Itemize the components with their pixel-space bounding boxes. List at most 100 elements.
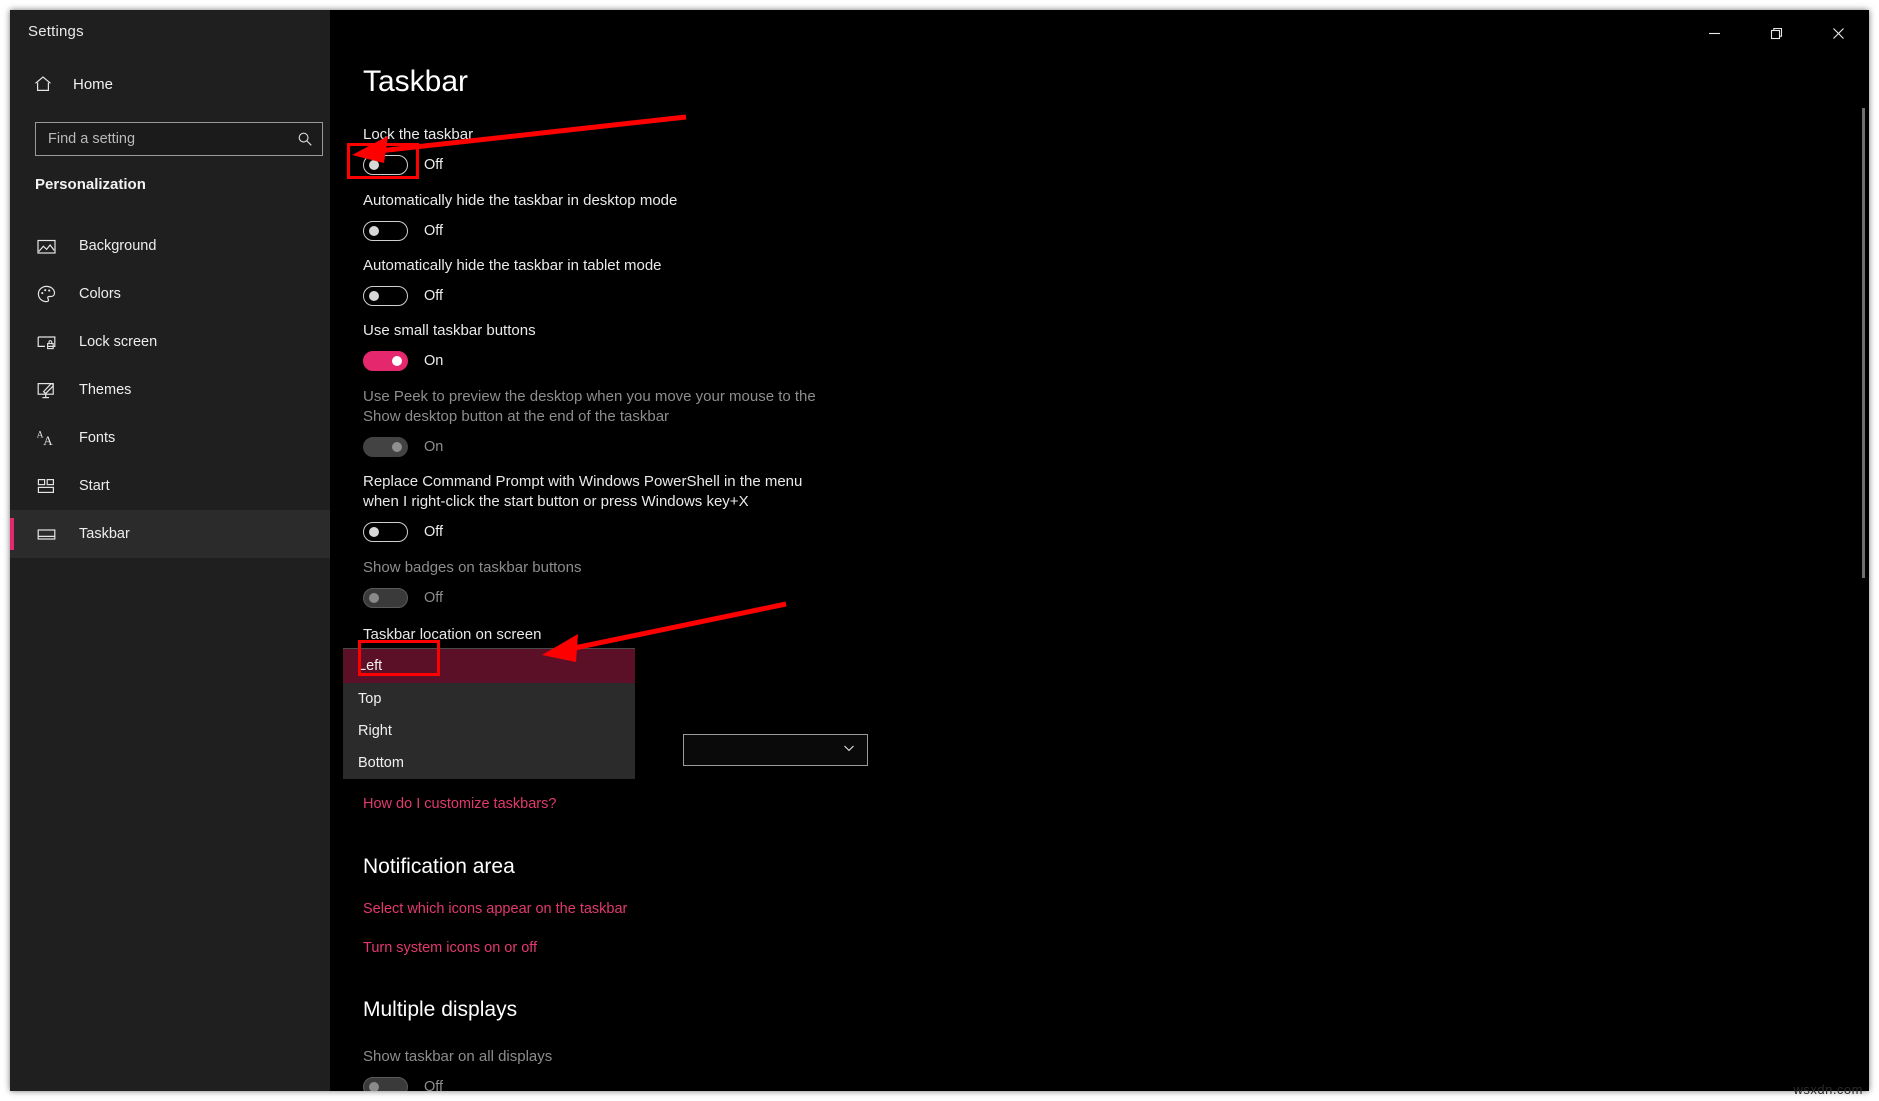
toggle-row: On bbox=[363, 437, 816, 457]
setting-label: Replace Command Prompt with Windows Powe… bbox=[363, 473, 803, 510]
setting-show-taskbar-all-displays: Show taskbar on all displays Off bbox=[363, 1047, 552, 1091]
restore-icon bbox=[1770, 27, 1782, 39]
toggle-state-label: On bbox=[424, 353, 444, 369]
maximize-button[interactable] bbox=[1745, 10, 1807, 56]
customize-taskbars-link[interactable]: How do I customize taskbars? bbox=[363, 796, 556, 812]
title-bar: Settings bbox=[10, 10, 1869, 56]
sidebar-item-themes[interactable]: Themes bbox=[10, 366, 330, 414]
home-label: Home bbox=[73, 75, 114, 93]
toggle-row: Off bbox=[363, 286, 662, 306]
setting-auto-hide-desktop: Automatically hide the taskbar in deskto… bbox=[363, 191, 677, 241]
sidebar-item-colors[interactable]: Colors bbox=[10, 270, 330, 318]
sidebar-item-taskbar[interactable]: Taskbar bbox=[10, 510, 330, 558]
setting-replace-command-prompt: Replace Command Prompt with Windows Powe… bbox=[363, 472, 802, 542]
sidebar-item-fonts[interactable]: A A Fonts bbox=[10, 414, 330, 462]
close-button[interactable] bbox=[1807, 10, 1869, 56]
fonts-icon: A A bbox=[35, 427, 57, 449]
sidebar-item-label: Start bbox=[79, 478, 110, 494]
search-icon bbox=[288, 131, 322, 147]
dropdown-option-left[interactable]: Left bbox=[343, 649, 635, 683]
palette-icon bbox=[35, 283, 57, 305]
sidebar-item-label: Lock screen bbox=[79, 334, 158, 350]
sidebar-item-label: Themes bbox=[79, 382, 132, 398]
toggle-state-label: Off bbox=[424, 223, 444, 239]
dropdown-option-label: Left bbox=[358, 658, 383, 674]
toggle-state-label: Off bbox=[424, 590, 444, 606]
minimize-icon bbox=[1708, 32, 1720, 34]
content-scrollbar[interactable] bbox=[1855, 56, 1869, 1091]
setting-auto-hide-tablet: Automatically hide the taskbar in tablet… bbox=[363, 256, 662, 306]
toggle-state-label: Off bbox=[424, 288, 444, 304]
toggle-row: Off bbox=[363, 588, 581, 608]
taskbar-location-label: Taskbar location on screen bbox=[363, 626, 542, 643]
notification-link-1-wrap: Select which icons appear on the taskbar bbox=[363, 900, 627, 918]
auto-hide-tablet-toggle[interactable] bbox=[363, 286, 408, 306]
window-title: Settings bbox=[28, 23, 84, 40]
small-taskbar-buttons-toggle[interactable] bbox=[363, 351, 408, 371]
setting-label: Show taskbar on all displays bbox=[363, 1048, 553, 1065]
setting-label: Automatically hide the taskbar in tablet… bbox=[363, 257, 662, 274]
sidebar-item-home[interactable]: Home bbox=[28, 68, 121, 100]
show-taskbar-all-displays-toggle bbox=[363, 1077, 408, 1091]
chevron-down-icon bbox=[842, 741, 856, 760]
setting-label: Use Peek to preview the desktop when you… bbox=[363, 388, 816, 425]
taskbar-location-dropdown: Left Top Right Bottom bbox=[343, 648, 635, 779]
sidebar-section-title: Personalization bbox=[35, 176, 146, 193]
minimize-button[interactable] bbox=[1683, 10, 1745, 56]
setting-label: Lock the taskbar bbox=[363, 126, 474, 143]
image-icon bbox=[35, 235, 57, 257]
home-icon bbox=[32, 73, 54, 95]
sidebar-item-background[interactable]: Background bbox=[10, 222, 330, 270]
setting-small-taskbar-buttons: Use small taskbar buttons On bbox=[363, 321, 536, 371]
brush-icon bbox=[35, 379, 57, 401]
close-icon bbox=[1832, 27, 1844, 39]
sidebar-item-label: Background bbox=[79, 238, 157, 254]
setting-show-badges: Show badges on taskbar buttons Off bbox=[363, 558, 581, 608]
sidebar-nav: Background Colors Lock screen Themes A A… bbox=[10, 222, 330, 558]
start-tiles-icon bbox=[35, 475, 57, 497]
taskbar-location-combobox[interactable] bbox=[683, 734, 868, 766]
setting-label: Show badges on taskbar buttons bbox=[363, 559, 582, 576]
show-badges-toggle bbox=[363, 588, 408, 608]
main-content: Taskbar Lock the taskbar Off Automatical… bbox=[330, 10, 1869, 1091]
svg-text:A: A bbox=[43, 433, 53, 448]
toggle-state-label: On bbox=[424, 439, 444, 455]
lock-screen-icon bbox=[35, 331, 57, 353]
sidebar-item-label: Colors bbox=[79, 286, 121, 302]
system-icons-link[interactable]: Turn system icons on or off bbox=[363, 940, 537, 956]
setting-lock-the-taskbar: Lock the taskbar Off bbox=[363, 125, 473, 175]
notification-area-section: Notification area bbox=[363, 855, 515, 879]
scrollbar-thumb[interactable] bbox=[1862, 108, 1865, 578]
notification-link-2-wrap: Turn system icons on or off bbox=[363, 939, 537, 957]
screenshot-root: Settings Home Find a setting Personaliza… bbox=[0, 0, 1879, 1101]
dropdown-option-right[interactable]: Right bbox=[343, 715, 635, 747]
dropdown-option-label: Right bbox=[358, 723, 392, 739]
use-peek-toggle bbox=[363, 437, 408, 457]
toggle-row: Off bbox=[363, 522, 802, 542]
search-input[interactable] bbox=[36, 123, 288, 155]
multiple-displays-heading: Multiple displays bbox=[363, 998, 518, 1021]
search-box[interactable] bbox=[35, 122, 323, 156]
auto-hide-desktop-toggle[interactable] bbox=[363, 221, 408, 241]
taskbar-icon bbox=[35, 523, 57, 545]
dropdown-option-label: Top bbox=[358, 691, 382, 707]
setting-label: Use small taskbar buttons bbox=[363, 322, 536, 339]
toggle-state-label: Off bbox=[424, 1079, 444, 1091]
window-controls bbox=[1683, 10, 1869, 56]
sidebar-item-lock-screen[interactable]: Lock screen bbox=[10, 318, 330, 366]
lock-the-taskbar-toggle[interactable] bbox=[363, 155, 408, 175]
dropdown-option-label: Bottom bbox=[358, 755, 404, 771]
sidebar-item-label: Taskbar bbox=[79, 526, 130, 542]
toggle-row: Off bbox=[363, 155, 473, 175]
select-icons-link[interactable]: Select which icons appear on the taskbar bbox=[363, 901, 627, 917]
help-link-wrap: How do I customize taskbars? bbox=[363, 795, 556, 813]
taskbar-location-group: Taskbar location on screen bbox=[363, 625, 541, 645]
toggle-state-label: Off bbox=[424, 524, 444, 540]
setting-use-peek: Use Peek to preview the desktop when you… bbox=[363, 387, 816, 457]
dropdown-option-top[interactable]: Top bbox=[343, 683, 635, 715]
sidebar-item-label: Fonts bbox=[79, 430, 116, 446]
sidebar-item-start[interactable]: Start bbox=[10, 462, 330, 510]
dropdown-option-bottom[interactable]: Bottom bbox=[343, 747, 635, 779]
settings-window: Settings Home Find a setting Personaliza… bbox=[10, 10, 1869, 1091]
replace-command-prompt-toggle[interactable] bbox=[363, 522, 408, 542]
